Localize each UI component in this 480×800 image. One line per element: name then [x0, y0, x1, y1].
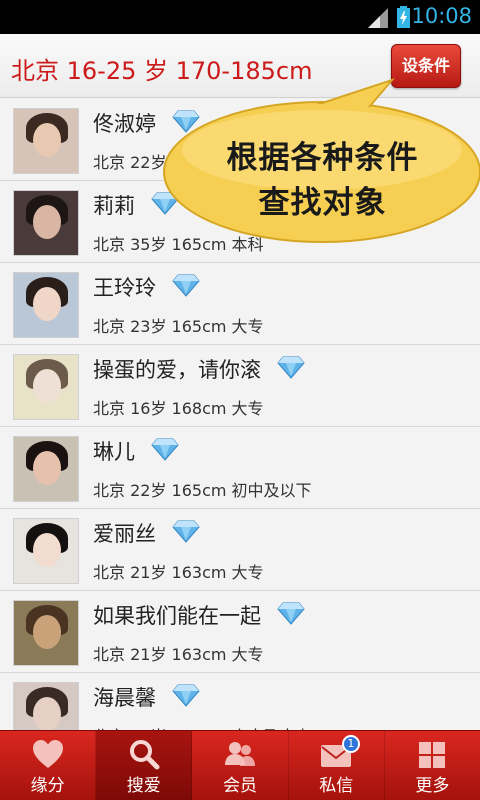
member-info: 北京 35岁 165cm 本科	[93, 235, 264, 254]
member-info: 北京 22岁 165cm 初中及以下	[93, 481, 312, 500]
avatar-face	[33, 287, 61, 321]
vip-diamond-icon	[172, 110, 200, 133]
member-row[interactable]: 王玲玲北京 23岁 165cm 大专	[0, 263, 480, 345]
member-name: 爱丽丝	[93, 522, 156, 546]
member-info: 北京 21岁 163cm 大专	[93, 645, 264, 664]
avatar[interactable]	[13, 600, 79, 666]
vip-diamond-icon	[172, 684, 200, 707]
grid-icon	[419, 742, 446, 768]
member-info: 北京 22岁 16	[93, 153, 192, 172]
avatar[interactable]	[13, 518, 79, 584]
member-name: 王玲玲	[93, 276, 156, 300]
tab-fate[interactable]: 缘分	[0, 731, 97, 800]
vip-diamond-icon	[172, 520, 200, 543]
avatar-face	[33, 123, 61, 157]
member-row[interactable]: 如果我们能在一起北京 21岁 163cm 大专	[0, 591, 480, 673]
vip-diamond-icon	[151, 192, 179, 215]
member-row[interactable]: 佟淑婷北京 22岁 16	[0, 99, 480, 181]
search-icon	[129, 740, 160, 770]
battery-icon	[397, 6, 410, 28]
member-info: 北京 19岁 165cm 高中及中专	[93, 723, 312, 730]
clock: 10:08	[411, 4, 472, 28]
avatar-face	[33, 205, 61, 239]
member-row[interactable]: 莉莉北京 35岁 165cm 本科	[0, 181, 480, 263]
member-name: 佟淑婷	[93, 112, 156, 136]
member-row[interactable]: 爱丽丝北京 21岁 163cm 大专	[0, 509, 480, 591]
vip-diamond-icon	[151, 438, 179, 461]
tab-label: 私信	[319, 776, 354, 796]
tab-search-love[interactable]: 搜爱	[96, 731, 193, 800]
avatar[interactable]	[13, 190, 79, 256]
signal-icon	[368, 8, 388, 28]
criteria-text: 北京 16-25 岁 170-185cm	[11, 57, 313, 85]
member-info: 北京 16岁 168cm 大专	[93, 399, 264, 418]
avatar[interactable]	[13, 108, 79, 174]
bottom-tab-bar: 缘分 搜爱 会员 1 私信 更多	[0, 730, 480, 800]
avatar[interactable]	[13, 354, 79, 420]
avatar-face	[33, 369, 61, 403]
heart-icon	[32, 740, 63, 768]
set-conditions-button[interactable]: 设条件	[391, 44, 461, 88]
member-name: 如果我们能在一起	[93, 604, 261, 628]
tab-messages[interactable]: 1 私信	[289, 731, 385, 800]
avatar-face	[33, 451, 61, 485]
avatar[interactable]	[13, 682, 79, 730]
tab-label: 更多	[415, 776, 450, 796]
avatar-face	[33, 533, 61, 567]
member-info: 北京 23岁 165cm 大专	[93, 317, 264, 336]
search-criteria-header: 北京 16-25 岁 170-185cm 设条件	[0, 34, 480, 98]
vip-diamond-icon	[277, 356, 305, 379]
member-list[interactable]: 佟淑婷 北京 22岁 16 莉莉 北京 35岁 165cm 本科 王玲玲 北京 23岁 1…	[0, 99, 480, 730]
members-icon	[225, 742, 255, 766]
vip-diamond-icon	[277, 602, 305, 625]
member-row[interactable]: 琳儿北京 22岁 165cm 初中及以下	[0, 427, 480, 509]
tab-label: 搜爱	[126, 776, 161, 796]
status-bar: 10:08	[0, 0, 480, 34]
member-row[interactable]: 操蛋的爱，请你滚北京 16岁 168cm 大专	[0, 345, 480, 427]
avatar-face	[33, 615, 61, 649]
avatar[interactable]	[13, 272, 79, 338]
vip-diamond-icon	[172, 274, 200, 297]
unread-badge: 1	[341, 735, 360, 753]
avatar-face	[33, 697, 61, 730]
tab-label: 会员	[223, 776, 257, 796]
member-name: 琳儿	[93, 440, 135, 464]
member-row[interactable]: 海晨馨北京 19岁 165cm 高中及中专	[0, 673, 480, 730]
member-name: 操蛋的爱，请你滚	[93, 358, 261, 382]
member-info: 北京 21岁 163cm 大专	[93, 563, 264, 582]
tab-label: 缘分	[30, 776, 65, 796]
member-name: 莉莉	[93, 194, 135, 218]
member-name: 海晨馨	[93, 686, 156, 710]
tab-more[interactable]: 更多	[385, 731, 480, 800]
avatar[interactable]	[13, 436, 79, 502]
tab-members[interactable]: 会员	[192, 731, 289, 800]
